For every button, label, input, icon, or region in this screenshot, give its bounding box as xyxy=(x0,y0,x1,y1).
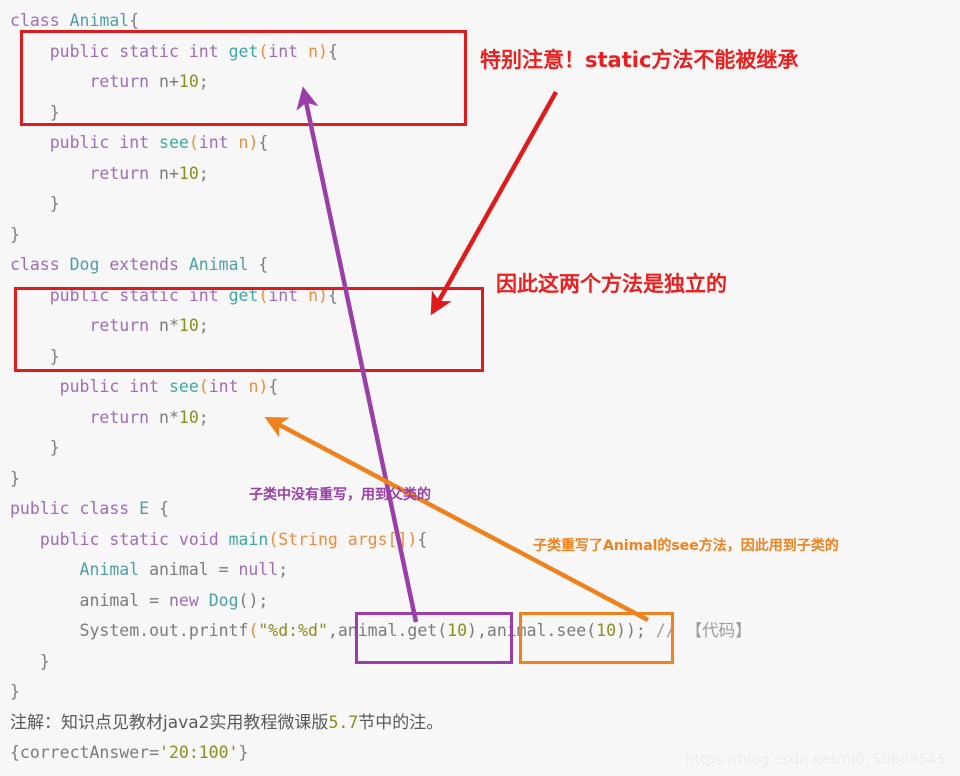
code-token: ( xyxy=(198,377,209,396)
highlight-box-animal-get-call xyxy=(355,612,513,664)
highlight-box-dog-get xyxy=(14,287,484,372)
code-line: } xyxy=(10,220,960,251)
code-token: {correctAnswer= xyxy=(10,743,160,762)
code-token: int xyxy=(198,133,229,152)
code-token: 节中的注。 xyxy=(358,712,444,733)
code-token: { xyxy=(248,255,269,274)
code-token: } xyxy=(10,194,60,213)
code-token: E xyxy=(139,499,150,518)
code-token: } xyxy=(10,682,20,701)
code-token: public int xyxy=(59,377,169,396)
code-token: { xyxy=(149,499,169,518)
code-token: new xyxy=(168,590,199,610)
code-token: 5.7 xyxy=(328,712,359,732)
code-token: animal = xyxy=(79,590,169,610)
code-token: 注解：知识点见教材java2实用教程微课版 xyxy=(10,712,329,733)
code-token: public class xyxy=(10,499,140,518)
code-token: see xyxy=(159,133,189,152)
code-token: ( xyxy=(268,529,279,549)
code-token: n+ xyxy=(149,163,179,183)
code-token: ( xyxy=(248,621,259,640)
code-token: animal = xyxy=(139,560,239,579)
code-token: return xyxy=(89,163,150,183)
code-line: return n*10; xyxy=(10,403,960,434)
code-line: } xyxy=(10,433,960,464)
code-line: class Dog extends Animal { xyxy=(10,250,960,281)
code-token: return xyxy=(89,407,150,427)
code-token: public static void xyxy=(39,529,229,549)
code-token: "%d:%d" xyxy=(258,621,328,640)
code-token: System.out.printf xyxy=(79,621,249,640)
code-token: Dog xyxy=(208,590,239,610)
code-token: ) xyxy=(258,377,269,396)
code-line: public int see(int n){ xyxy=(10,128,960,159)
code-line: } xyxy=(10,189,960,220)
code-token: String xyxy=(278,529,338,549)
code-token: ; xyxy=(278,560,289,579)
code-line: } xyxy=(10,677,960,708)
code-token: main xyxy=(228,529,269,549)
code-token: ) xyxy=(248,133,259,152)
code-token: '20:100' xyxy=(159,743,239,762)
code-token: { xyxy=(258,133,269,152)
code-token: { xyxy=(268,377,279,396)
code-token: ; xyxy=(198,163,209,183)
code-token: ) xyxy=(407,529,418,549)
code-token: extends xyxy=(99,255,189,274)
code-token: Animal xyxy=(188,255,249,274)
code-line: public int see(int n){ xyxy=(10,372,960,403)
code-token: Animal xyxy=(69,11,130,30)
code-token: null xyxy=(238,560,279,579)
code-line: 注解：知识点见教材java2实用教程微课版5.7节中的注。 xyxy=(10,708,960,739)
annotation-two-methods-independent: 因此这两个方法是独立的 xyxy=(496,272,727,296)
code-token: 10 xyxy=(178,407,199,427)
code-token: int xyxy=(208,377,239,396)
annotation-static-not-inherited: 特别注意！static方法不能被继承 xyxy=(480,48,799,72)
code-token: } xyxy=(10,438,60,457)
code-token: 10 xyxy=(178,163,199,183)
code-token: public int xyxy=(49,133,160,152)
annotation-override-see-method: 子类重写了Animal的see方法，因此用到子类的 xyxy=(533,538,839,554)
code-token: ( xyxy=(188,133,199,152)
code-token: Dog xyxy=(69,255,100,274)
code-token: } xyxy=(10,224,20,244)
code-token: class xyxy=(10,255,70,274)
annotation-no-override-in-subclass: 子类中没有重写，用到父类的 xyxy=(249,487,431,503)
code-line: Animal animal = null; xyxy=(10,555,960,586)
code-token: ; xyxy=(198,407,209,427)
code-token: see xyxy=(168,377,199,396)
screenshot-canvas: class Animal{ public static int get(int … xyxy=(0,0,960,776)
code-token: n* xyxy=(149,407,179,427)
code-token: (); xyxy=(238,590,269,610)
code-token: { xyxy=(417,529,428,549)
code-token: n xyxy=(238,133,249,152)
code-line: return n+10; xyxy=(10,159,960,190)
code-token: } xyxy=(238,743,249,762)
code-token: n xyxy=(248,377,259,396)
csdn-watermark: https://blog.csdn.net/m0_50609545 xyxy=(685,752,946,768)
code-token: } xyxy=(10,651,50,671)
code-token: class xyxy=(10,11,70,30)
highlight-box-animal-see-call xyxy=(519,612,674,664)
code-token: Animal xyxy=(79,560,140,579)
code-line: } xyxy=(10,464,960,495)
code-token: } xyxy=(10,468,20,488)
highlight-box-animal-get xyxy=(20,30,467,126)
code-token: { xyxy=(129,11,140,30)
code-line: public class E { xyxy=(10,494,960,525)
code-token: args[] xyxy=(347,529,408,549)
